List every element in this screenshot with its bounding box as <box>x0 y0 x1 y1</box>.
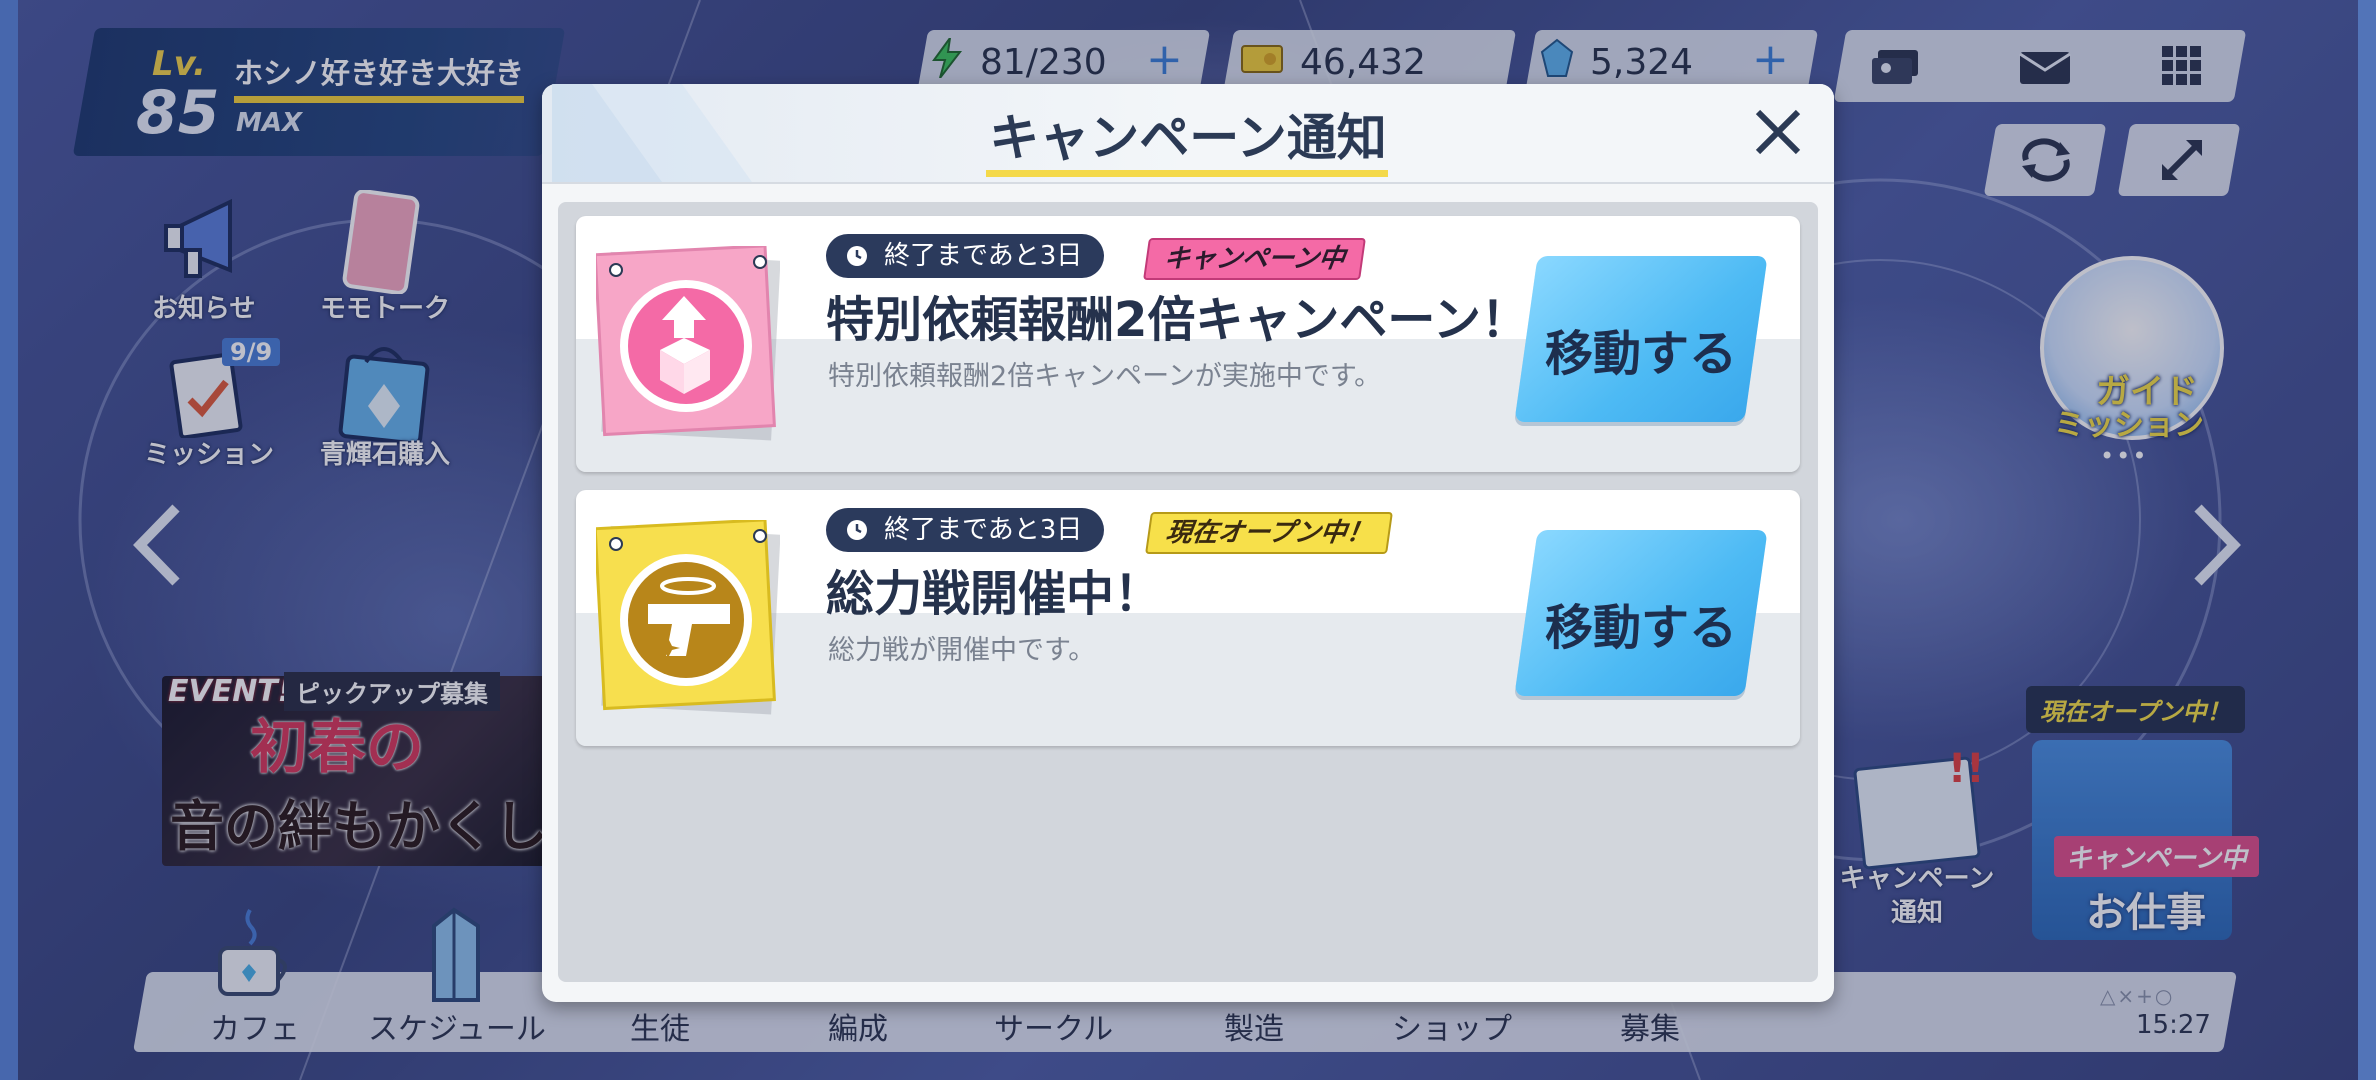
campaign-card-total-assault: 終了まであと3日 現在オープン中！ 総力戦開催中！ 総力戦が開催中です。 移動す… <box>576 490 1800 746</box>
box-upgrade-icon <box>596 246 780 441</box>
campaign-card-special-request: 終了まであと3日 キャンペーン中 特別依頼報酬2倍キャンペーン！ 特別依頼報酬2… <box>576 216 1800 472</box>
dialog-title: キャンペーン通知 <box>989 109 1387 167</box>
status-tag: キャンペーン中 <box>1143 238 1366 280</box>
clock-icon <box>847 246 867 266</box>
campaign-notice-dialog: キャンペーン通知 終了まであと3日 キャンペーン中 特別依頼報酬2倍キャンペーン… <box>542 84 1834 1002</box>
close-icon[interactable] <box>1748 102 1808 162</box>
time-left-text: 終了まであと3日 <box>884 515 1083 545</box>
card-title: 総力戦開催中！ <box>826 566 1163 622</box>
time-left-pill: 終了まであと3日 <box>826 234 1105 278</box>
status-tag: 現在オープン中！ <box>1145 512 1394 554</box>
time-left-pill: 終了まであと3日 <box>826 508 1105 552</box>
card-description: 総力戦が開催中です。 <box>828 635 1096 666</box>
clock-icon <box>847 520 867 540</box>
time-left-text: 終了まであと3日 <box>884 241 1083 271</box>
card-description: 特別依頼報酬2倍キャンペーンが実施中です。 <box>828 361 1382 392</box>
campaign-list[interactable]: 終了まであと3日 キャンペーン中 特別依頼報酬2倍キャンペーン！ 特別依頼報酬2… <box>558 202 1818 982</box>
go-button[interactable]: 移動する <box>1526 588 1756 658</box>
card-title: 特別依頼報酬2倍キャンペーン！ <box>826 292 1529 348</box>
dialog-header: キャンペーン通知 <box>542 84 1834 184</box>
go-button[interactable]: 移動する <box>1526 314 1756 384</box>
halo-gun-icon <box>596 520 780 715</box>
title-underline <box>986 170 1388 177</box>
